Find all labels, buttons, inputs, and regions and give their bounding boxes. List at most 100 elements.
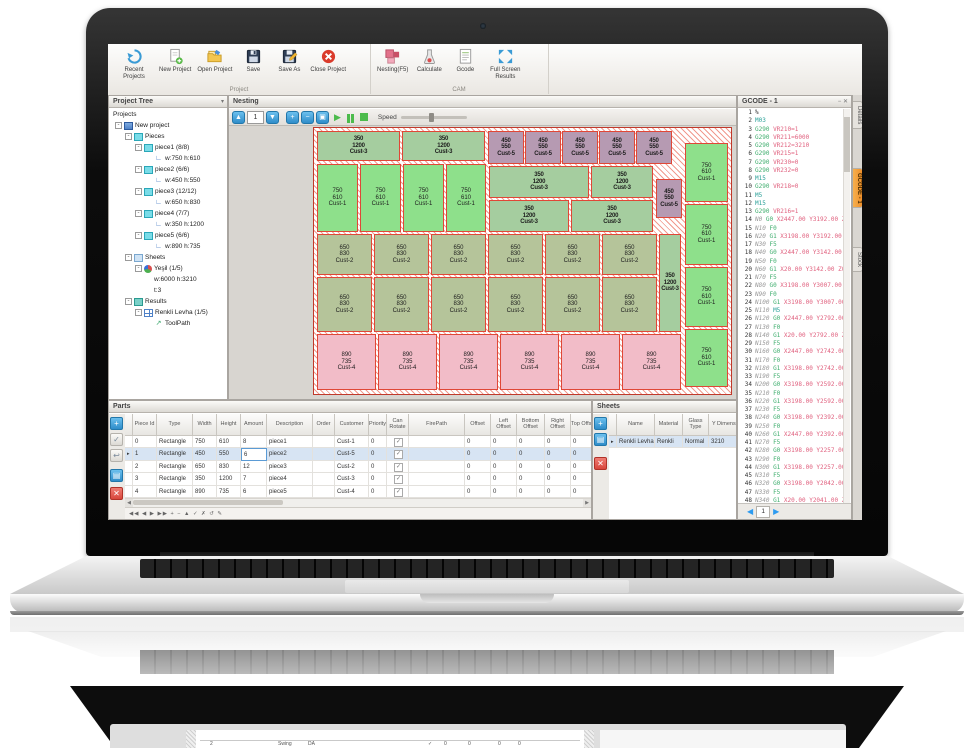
nested-piece[interactable]: 450550Cust-5 <box>488 131 524 164</box>
nested-piece[interactable]: 650830Cust-2 <box>602 234 657 275</box>
pager-next-icon[interactable]: ▶ <box>773 507 779 516</box>
expander-icon[interactable]: - <box>135 210 142 217</box>
nested-piece[interactable]: 650830Cust-2 <box>431 277 486 332</box>
expander-icon[interactable]: - <box>125 133 132 140</box>
nested-piece[interactable]: 890735Cust-4 <box>439 334 498 390</box>
column-header-material[interactable]: Material <box>655 414 683 436</box>
tree-node-results[interactable]: -Results <box>109 296 227 307</box>
column-header-y-dimension[interactable]: Y Dimension <box>709 414 736 436</box>
nested-piece[interactable]: 650830Cust-2 <box>431 234 486 275</box>
nested-piece[interactable]: 750610Cust-1 <box>403 164 444 232</box>
expander-icon[interactable]: - <box>135 166 142 173</box>
tree-node-w-750-h-610[interactable]: ∟w:750 h:610 <box>109 153 227 164</box>
tree-node-w-350-h-1200[interactable]: ∟w:350 h:1200 <box>109 219 227 230</box>
column-header-customer[interactable]: Customer <box>335 414 369 436</box>
tree-node-pieces[interactable]: -Pieces <box>109 131 227 142</box>
zoom-in-button[interactable]: + <box>286 111 299 124</box>
nested-piece[interactable]: 450550Cust-5 <box>599 131 635 164</box>
ribbon-save-as-button[interactable]: Save As <box>271 48 307 74</box>
stop-button[interactable] <box>360 113 368 121</box>
expander-icon[interactable]: - <box>135 144 142 151</box>
ribbon-close-project-button[interactable]: Close Project <box>307 48 349 74</box>
nested-piece[interactable]: 650830Cust-2 <box>317 277 372 332</box>
nested-piece[interactable]: 450550Cust-5 <box>525 131 561 164</box>
gcode-header-icons[interactable]: − ✕ <box>838 96 848 108</box>
nested-piece[interactable]: 890735Cust-4 <box>561 334 620 390</box>
ribbon-recent-projects-button[interactable]: Recent Projects <box>112 48 156 80</box>
nested-piece[interactable]: 650830Cust-2 <box>488 234 543 275</box>
column-header-height[interactable]: Height <box>217 414 241 436</box>
ribbon-full-screen-results-button[interactable]: Full Screen Results <box>483 48 527 80</box>
tree-node-new-project[interactable]: -New project <box>109 120 227 131</box>
column-header-order[interactable]: Order <box>313 414 335 436</box>
add-row-button[interactable]: + <box>110 417 123 430</box>
column-header-right-offset[interactable]: Right Offset <box>545 414 571 436</box>
parts-hscrollbar[interactable]: ◀ ▶ <box>125 498 591 507</box>
nested-piece[interactable]: 3501200Cust-3 <box>489 166 589 198</box>
pin-icon[interactable]: ▾ <box>221 96 224 108</box>
accept-button[interactable]: ✓ <box>110 433 123 446</box>
tree-node-ye-il-1-5[interactable]: -Yeşil (1/5) <box>109 263 227 274</box>
zoom-fit-button[interactable]: ▣ <box>316 111 329 124</box>
nesting-canvas[interactable]: 3501200Cust-33501200Cust-3450550Cust-545… <box>229 126 736 399</box>
tree-node-piece2-6-6[interactable]: -piece2 (6/6) <box>109 164 227 175</box>
speed-slider-thumb[interactable] <box>429 113 434 122</box>
nested-piece[interactable]: 890735Cust-4 <box>622 334 681 390</box>
can-rotate-checkbox[interactable]: ✓ <box>394 463 403 472</box>
tree-node-w-890-h-735[interactable]: ∟w:890 h:735 <box>109 241 227 252</box>
nested-piece[interactable]: 650830Cust-2 <box>317 234 372 275</box>
ribbon-nesting-f5-button[interactable]: Nesting(F5) <box>374 48 411 74</box>
pager-prev-icon[interactable]: ◀ <box>747 507 753 516</box>
column-header-offset[interactable]: Offset <box>465 414 491 436</box>
nested-piece[interactable]: 650830Cust-2 <box>545 234 600 275</box>
parts-row[interactable]: 3Rectangle35012007piece4Cust-30✓00000 <box>125 473 591 485</box>
nested-piece[interactable]: 3501200Cust-3 <box>402 131 485 161</box>
can-rotate-checkbox[interactable]: ✓ <box>394 450 403 459</box>
play-button[interactable]: ▶ <box>334 111 341 124</box>
can-rotate-checkbox[interactable]: ✓ <box>394 475 403 484</box>
sheets-row[interactable]: ▸Renkli LevhaRenkliNormal32106000 <box>609 436 736 448</box>
tree-node-piece3-12-12[interactable]: -piece3 (12/12) <box>109 186 227 197</box>
save-rows-button[interactable]: ▤ <box>110 469 123 482</box>
undo-button[interactable]: ↩ <box>110 449 123 462</box>
sheet-number-spinner[interactable]: 1 <box>247 111 264 124</box>
expander-icon[interactable]: - <box>135 309 142 316</box>
nested-piece[interactable]: 650830Cust-2 <box>545 277 600 332</box>
tree-node-piece5-6-6[interactable]: -piece5 (6/6) <box>109 230 227 241</box>
tree-node-renkli-levha-1-5[interactable]: -Renkli Levha (1/5) <box>109 307 227 318</box>
add-sheet-button[interactable]: + <box>594 417 607 430</box>
nested-piece[interactable]: 650830Cust-2 <box>602 277 657 332</box>
column-header-priority[interactable]: Priority <box>369 414 387 436</box>
tab-stock[interactable]: Stock <box>853 247 862 272</box>
expander-icon[interactable]: - <box>125 254 132 261</box>
nested-piece[interactable]: 3501200Cust-3 <box>317 131 400 161</box>
pause-button[interactable] <box>347 114 354 123</box>
tree-node-w-6000-h-3210[interactable]: w:6000 h:3210 <box>109 274 227 285</box>
delete-sheet-button[interactable]: ✕ <box>594 457 607 470</box>
nested-piece[interactable]: 750610Cust-1 <box>685 329 728 387</box>
tree-node-w-650-h-830[interactable]: ∟w:650 h:830 <box>109 197 227 208</box>
parts-row[interactable]: 2Rectangle65083012piece3Cust-20✓00000 <box>125 461 591 473</box>
can-rotate-checkbox[interactable]: ✓ <box>394 488 403 497</box>
zoom-out-button[interactable]: − <box>301 111 314 124</box>
column-header-type[interactable]: Type <box>157 414 193 436</box>
column-header-firepath[interactable]: FirePath <box>409 414 465 436</box>
nested-piece[interactable]: 750610Cust-1 <box>360 164 401 232</box>
hscroll-left-icon[interactable]: ◀ <box>125 499 133 507</box>
expander-icon[interactable]: - <box>115 122 122 129</box>
nested-piece[interactable]: 3501200Cust-3 <box>591 166 653 198</box>
nested-piece[interactable]: 650830Cust-2 <box>374 277 429 332</box>
tab-gcode-1[interactable]: GCODE - 1 <box>853 168 862 209</box>
gcode-scrollbar-thumb[interactable] <box>844 117 850 172</box>
nested-piece[interactable]: 750610Cust-1 <box>685 143 728 202</box>
parts-hscroll-thumb[interactable] <box>133 500 283 505</box>
parts-row[interactable]: 4Rectangle8907356piece5Cust-40✓00000 <box>125 486 591 498</box>
ribbon-gcode-button[interactable]: Gcode <box>447 48 483 74</box>
nested-piece[interactable]: 450550Cust-5 <box>656 179 682 218</box>
sheet-up-button[interactable]: ▲ <box>232 111 245 124</box>
nested-piece[interactable]: 450550Cust-5 <box>562 131 598 164</box>
column-header-description[interactable]: Description <box>267 414 313 436</box>
nested-piece[interactable]: 3501200Cust-3 <box>571 200 653 232</box>
column-header-glass-type[interactable]: Glass Type <box>683 414 709 436</box>
column-header-bottom-offset[interactable]: Bottom Offset <box>517 414 545 436</box>
